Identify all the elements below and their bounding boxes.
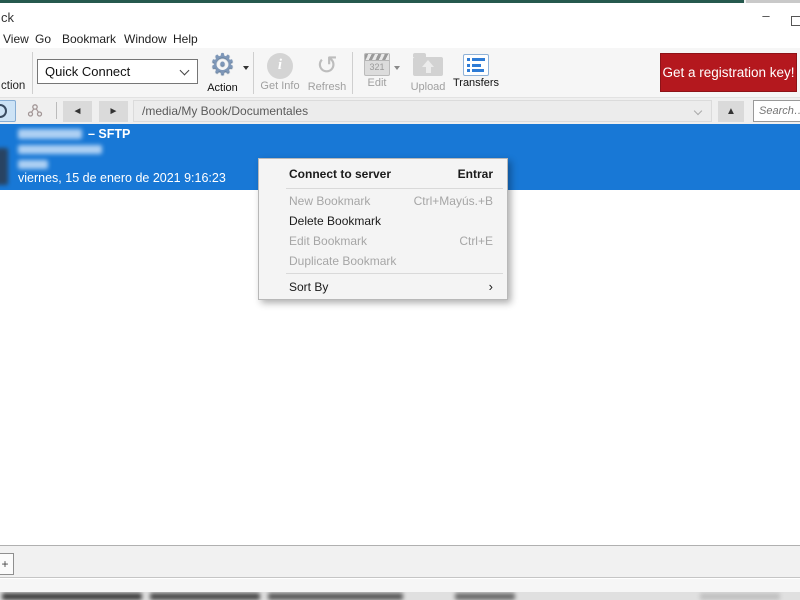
bookmark-protocol: – SFTP [88,127,131,141]
redacted-bookmark-name [18,129,82,139]
transfers-label: Transfers [452,77,500,89]
menu-item-edit-bookmark[interactable]: Edit Bookmark Ctrl+E [259,231,507,251]
bonjour-icon[interactable] [25,101,45,126]
navigation-bar: ◄ ► /media/My Book/Documentales ▲ [0,98,800,124]
action-button[interactable]: ⚙ Action [200,49,245,95]
bookmark-timestamp: viernes, 15 de enero de 2021 9:16:23 [18,171,226,185]
context-menu: Connect to server Entrar New Bookmark Ct… [258,158,508,300]
get-info-label: Get Info [260,80,300,92]
refresh-button[interactable]: ↺ Refresh [303,50,351,93]
quick-connect-combobox[interactable]: Quick Connect [37,59,198,84]
menu-bookmark[interactable]: Bookmark [62,32,116,46]
edit-dropdown-caret-icon[interactable] [394,66,400,70]
info-icon: i [267,53,293,79]
add-bookmark-button[interactable]: + [0,553,14,575]
shortcut-edit-bookmark: Ctrl+E [459,234,493,248]
refresh-icon: ↺ [316,50,338,80]
submenu-arrow-icon: › [488,279,493,294]
upload-folder-icon [413,53,443,76]
menu-go[interactable]: Go [35,32,51,46]
upload-label: Upload [410,81,446,93]
search-input[interactable] [754,101,800,121]
current-path: /media/My Book/Documentales [142,104,309,118]
transfers-button[interactable]: Transfers [450,50,502,89]
path-combobox[interactable]: /media/My Book/Documentales [133,100,712,122]
upload-button[interactable]: Upload [405,50,451,93]
history-view-toggle[interactable] [0,100,16,122]
toolbar-separator [32,52,33,94]
toolbar-separator [352,52,353,94]
action-label: Action [207,82,238,94]
menu-item-connect-to-server[interactable]: Connect to server Entrar [259,161,507,186]
chevron-down-icon [179,65,190,76]
menu-bar: View Go Bookmark Window Help [0,29,800,48]
get-info-button[interactable]: i Get Info [258,50,302,92]
menu-separator [286,273,503,274]
nav-separator [56,102,57,119]
cyberduck-window: ck – View Go Bookmark Window Help ction … [0,0,800,600]
menu-separator [286,188,503,189]
menu-item-sort-by[interactable]: Sort By › [259,276,507,297]
shortcut-new-bookmark: Ctrl+Mayús.+B [413,194,493,208]
search-box [753,100,800,122]
get-registration-key-button[interactable]: Get a registration key! [660,53,797,92]
title-bar: ck – [0,3,800,29]
maximize-button[interactable] [791,16,800,26]
redacted-hostname [18,145,102,154]
minimize-button[interactable]: – [752,5,780,27]
window-title-fragment: ck [1,10,14,25]
back-button[interactable]: ◄ [63,101,92,122]
transfers-icon [463,54,489,76]
edit-label: Edit [367,77,387,89]
bookmark-drive-icon [0,148,8,185]
menu-help[interactable]: Help [173,32,198,46]
up-directory-button[interactable]: ▲ [718,101,744,122]
window-bottom-edge [0,579,800,592]
menu-window[interactable]: Window [124,32,167,46]
action-dropdown-caret-icon[interactable] [243,66,249,70]
edit-button[interactable]: 321 Edit [357,50,397,89]
open-connection-button[interactable]: ction [1,80,25,92]
menu-item-delete-bookmark[interactable]: Delete Bookmark [259,211,507,231]
toolbar-separator [253,52,254,94]
path-chevron-down-icon [693,106,703,116]
edit-clapperboard-icon: 321 [364,53,390,76]
forward-button[interactable]: ► [99,101,128,122]
menu-item-new-bookmark[interactable]: New Bookmark Ctrl+Mayús.+B [259,191,507,211]
quick-connect-value: Quick Connect [45,64,131,79]
gear-icon: ⚙ [209,49,236,81]
menu-item-duplicate-bookmark[interactable]: Duplicate Bookmark [259,251,507,271]
shortcut-enter: Entrar [457,166,493,181]
history-clock-icon [0,104,7,118]
status-bar: + [0,545,800,578]
edit-icon-numbers: 321 [369,62,385,72]
toolbar: ction Quick Connect ⚙ Action i Get Info … [0,48,800,98]
redacted-username [18,160,48,169]
blurred-background-strip [0,592,800,600]
menu-view[interactable]: View [3,32,29,46]
refresh-label: Refresh [307,81,347,93]
